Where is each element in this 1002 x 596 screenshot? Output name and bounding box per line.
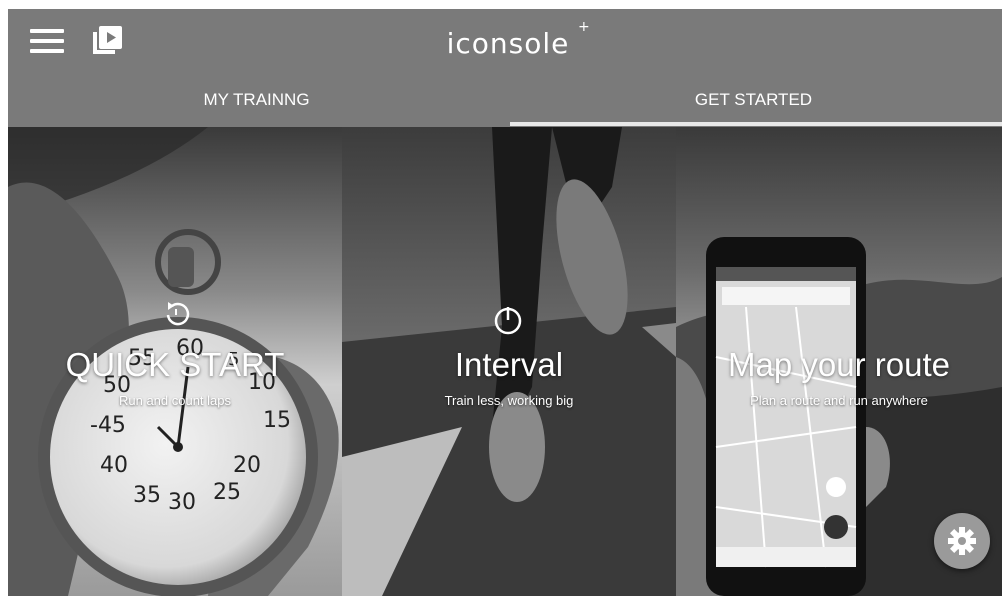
map-route-title: Map your route (728, 346, 950, 383)
svg-text:15: 15 (263, 408, 291, 433)
power-timer-icon (494, 307, 522, 335)
settings-fab-button[interactable] (934, 513, 990, 569)
hamburger-menu-icon[interactable] (30, 27, 64, 55)
quick-start-subtitle: Run and count laps (118, 393, 232, 408)
video-play-icon[interactable] (90, 23, 124, 57)
svg-text:30: 30 (168, 490, 196, 515)
app-screen: iconsole + MY TRAINNG GET STARTED 60 5 1… (8, 9, 1002, 596)
svg-text:-45: -45 (90, 413, 126, 438)
interval-subtitle: Train less, working big (444, 393, 574, 408)
tab-get-started[interactable]: GET STARTED (505, 85, 1002, 125)
svg-text:20: 20 (233, 453, 261, 478)
tab-my-training[interactable]: MY TRAINNG (8, 85, 505, 125)
app-logo-plus: + (578, 19, 590, 35)
interval-title: Interval (454, 346, 564, 383)
svg-text:35: 35 (133, 483, 161, 508)
tab-selected-indicator (510, 122, 1002, 126)
stopwatch-reset-icon (166, 302, 190, 326)
gear-icon (948, 527, 976, 555)
svg-text:25: 25 (213, 480, 241, 505)
quick-start-title: QUICK START (65, 346, 285, 383)
map-route-subtitle: Plan a route and run anywhere (750, 393, 928, 408)
app-logo: iconsole (446, 27, 570, 60)
top-app-bar: iconsole + MY TRAINNG GET STARTED (8, 9, 1002, 127)
svg-text:40: 40 (100, 453, 128, 478)
interval-card[interactable]: Interval Train less, working big (342, 127, 676, 596)
quick-start-card[interactable]: 60 5 10 15 20 25 30 35 40 -45 50 55 QUIC… (8, 127, 342, 596)
